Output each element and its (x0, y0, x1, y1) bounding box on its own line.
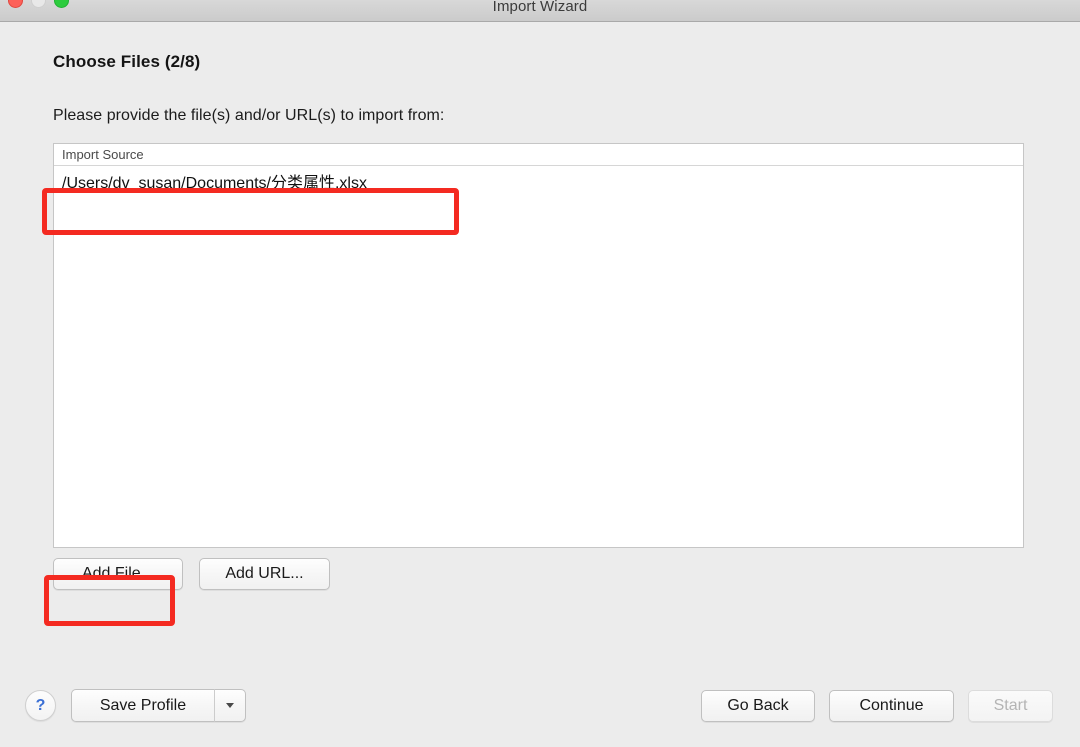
import-source-list[interactable]: Import Source /Users/dv_susan/Documents/… (53, 143, 1024, 548)
save-profile-button[interactable]: Save Profile (71, 689, 215, 722)
chevron-down-icon (226, 703, 234, 708)
help-button[interactable]: ? (25, 690, 56, 721)
wizard-content: Choose Files (2/8) Please provide the fi… (0, 22, 1080, 747)
instruction-text: Please provide the file(s) and/or URL(s)… (53, 107, 445, 124)
add-url-button[interactable]: Add URL... (199, 558, 330, 590)
go-back-button[interactable]: Go Back (701, 690, 815, 722)
import-source-path: /Users/dv_susan/Documents/分类属性.xlsx (62, 175, 367, 192)
column-header-import-source[interactable]: Import Source (54, 147, 144, 162)
start-button: Start (968, 690, 1053, 722)
list-header-row: Import Source (54, 144, 1023, 166)
table-row[interactable]: /Users/dv_susan/Documents/分类属性.xlsx (54, 166, 1023, 196)
window-title: Import Wizard (492, 0, 588, 15)
import-wizard-window: Import Wizard Choose Files (2/8) Please … (0, 0, 1080, 747)
save-profile-dropdown-button[interactable] (215, 689, 246, 722)
window-titlebar: Import Wizard (0, 0, 1080, 22)
save-profile-group: Save Profile (71, 689, 246, 722)
page-title: Choose Files (2/8) (53, 52, 201, 71)
add-file-button[interactable]: Add File... (53, 558, 183, 590)
continue-button[interactable]: Continue (829, 690, 954, 722)
